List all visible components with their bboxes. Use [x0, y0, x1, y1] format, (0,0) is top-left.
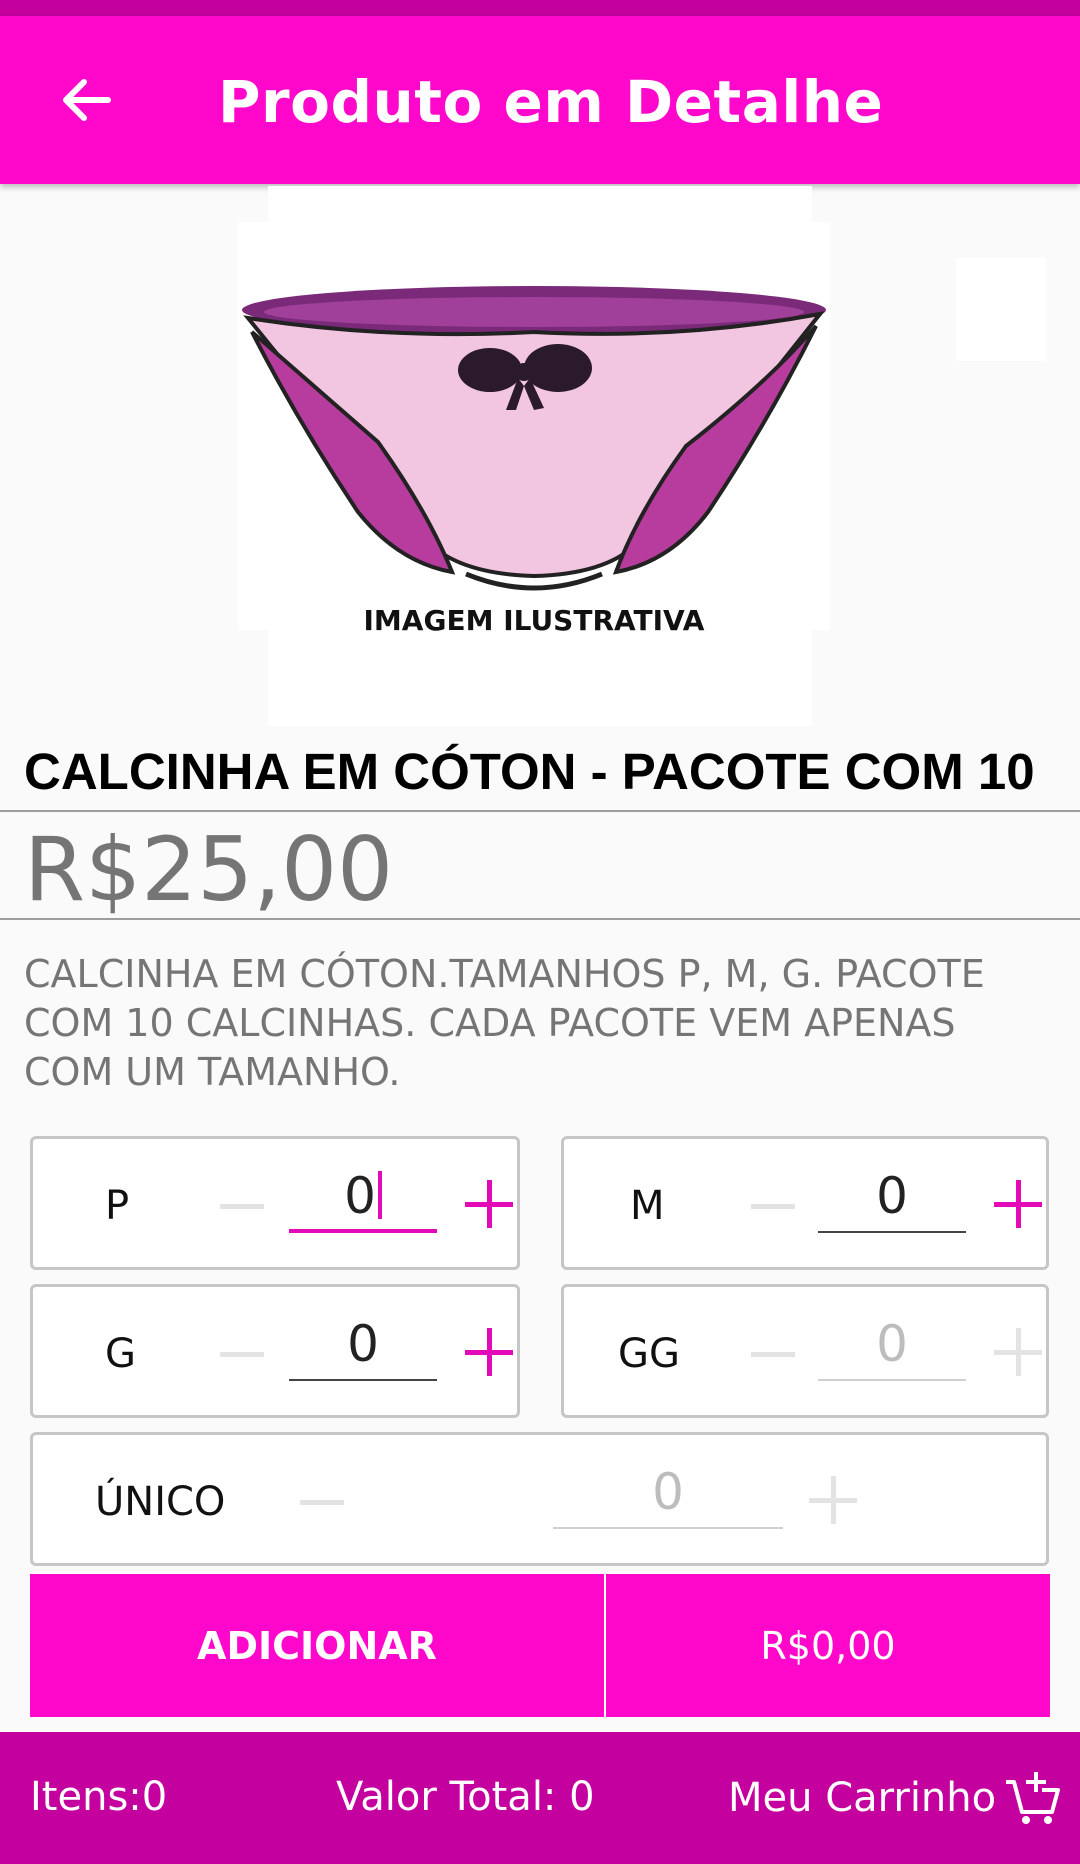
size-label: P [105, 1183, 130, 1229]
quantity-field[interactable]: 0 [289, 1315, 437, 1381]
decrement-button[interactable] [219, 1183, 265, 1229]
decrement-button[interactable] [750, 1331, 796, 1377]
back-button[interactable] [50, 70, 120, 130]
product-description: CALCINHA EM CÓTON.TAMANHOS P, M, G. PACO… [24, 952, 985, 1094]
size-label: GG [618, 1331, 680, 1377]
quantity-field[interactable]: 0 [818, 1315, 966, 1381]
product-price: R$25,00 [24, 818, 394, 921]
app-bar: Produto em Detalhe [0, 16, 1080, 184]
cart-items-count: Itens:0 [30, 1774, 168, 1820]
cart-total-value: Valor Total: 0 [336, 1774, 595, 1820]
add-to-cart-icon [1006, 1772, 1061, 1824]
minus-icon [751, 1351, 795, 1357]
plus-icon[interactable] [809, 1475, 861, 1527]
my-cart-button[interactable]: Meu Carrinho [728, 1768, 1062, 1828]
subtotal-display: R$0,00 [606, 1574, 1050, 1717]
plus-icon[interactable] [465, 1179, 517, 1231]
minus-icon [300, 1499, 344, 1505]
size-row-unico: ÚNICO 0 [30, 1432, 1049, 1566]
plus-icon[interactable] [465, 1327, 517, 1379]
size-row-gg: GG 0 [561, 1284, 1049, 1418]
product-illustration [238, 222, 830, 630]
quantity-field[interactable]: 0 [553, 1463, 783, 1529]
decrement-button[interactable] [299, 1479, 345, 1525]
plus-icon[interactable] [994, 1179, 1046, 1231]
divider [0, 810, 1080, 812]
product-title: CALCINHA EM CÓTON - PACOTE COM 10 [24, 743, 1035, 800]
thumbnail[interactable] [956, 258, 1046, 361]
page-title: Produto em Detalhe [218, 68, 884, 136]
size-row-m: M 0 [561, 1136, 1049, 1270]
bottom-bar: Itens:0 Valor Total: 0 Meu Carrinho [0, 1732, 1080, 1864]
size-label: G [105, 1331, 136, 1377]
size-label: M [630, 1183, 665, 1229]
decrement-button[interactable] [750, 1183, 796, 1229]
my-cart-label: Meu Carrinho [728, 1775, 997, 1821]
status-bar [0, 0, 1080, 16]
minus-icon [751, 1203, 795, 1209]
size-row-p: P 0 [30, 1136, 520, 1270]
decrement-button[interactable] [219, 1331, 265, 1377]
size-label: ÚNICO [95, 1479, 226, 1525]
arrow-left-icon [63, 79, 111, 121]
minus-icon [220, 1203, 264, 1209]
minus-icon [220, 1351, 264, 1357]
image-caption: IMAGEM ILUSTRATIVA [363, 604, 705, 637]
divider [0, 918, 1080, 920]
add-button[interactable]: ADICIONAR [30, 1574, 604, 1717]
size-row-g: G 0 [30, 1284, 520, 1418]
quantity-field[interactable]: 0 [818, 1167, 966, 1233]
plus-icon[interactable] [994, 1327, 1046, 1379]
quantity-field[interactable]: 0 [289, 1167, 437, 1233]
